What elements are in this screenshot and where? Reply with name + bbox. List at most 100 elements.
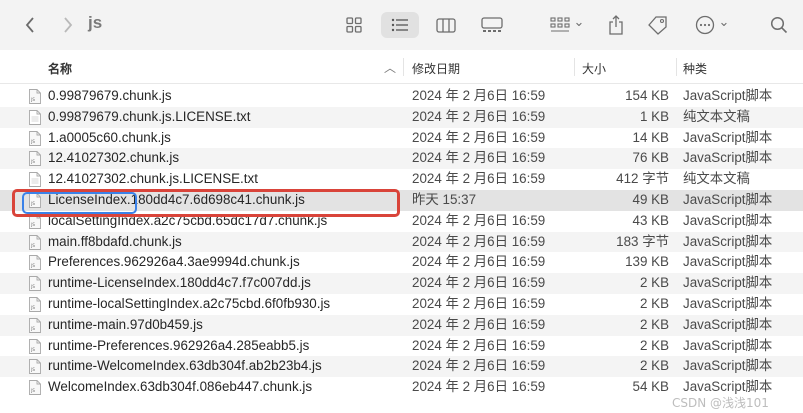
file-size: 54 KB — [632, 379, 669, 395]
file-row[interactable]: JS 0.99879679.chunk.js 2024 年 2 月6日 16:5… — [0, 86, 803, 107]
search-button[interactable] — [766, 0, 792, 50]
forward-button[interactable] — [56, 0, 80, 50]
file-kind: JavaScript脚本 — [683, 150, 773, 166]
file-row[interactable]: 12.41027302.chunk.js.LICENSE.txt 2024 年 … — [0, 169, 803, 190]
file-name: Preferences.962926a4.3ae9994d.chunk.js — [48, 254, 300, 270]
column-divider[interactable] — [574, 58, 575, 76]
grid-icon — [346, 17, 362, 33]
file-kind: JavaScript脚本 — [683, 358, 773, 374]
file-date: 2024 年 2 月6日 16:59 — [412, 316, 546, 332]
file-name: 0.99879679.chunk.js.LICENSE.txt — [48, 108, 251, 124]
js-file-icon: JS — [29, 297, 41, 312]
svg-text:JS: JS — [30, 159, 35, 164]
file-name: main.ff8bdafd.chunk.js — [48, 233, 182, 249]
file-row[interactable]: JS Preferences.962926a4.3ae9994d.chunk.j… — [0, 252, 803, 273]
file-date: 2024 年 2 月6日 16:59 — [412, 358, 546, 374]
back-button[interactable] — [18, 0, 42, 50]
file-row[interactable]: JS runtime-WelcomeIndex.63db304f.ab2b23b… — [0, 356, 803, 378]
js-file-icon: JS — [29, 359, 41, 375]
file-size: 2 KB — [639, 337, 669, 353]
file-kind: JavaScript脚本 — [683, 254, 773, 270]
file-row-selected[interactable]: JS LicenseIndex.180dd4c7.6d698c41.chunk.… — [0, 189, 803, 211]
file-row[interactable]: 0.99879679.chunk.js.LICENSE.txt 2024 年 2… — [0, 106, 803, 128]
column-header-size[interactable]: 大小 — [582, 60, 606, 77]
svg-text:JS: JS — [30, 305, 35, 310]
file-size: 2 KB — [639, 275, 669, 291]
file-kind: 纯文本文稿 — [683, 108, 750, 124]
svg-text:JS: JS — [30, 97, 35, 102]
gallery-view-button[interactable] — [473, 12, 511, 38]
js-file-icon: JS — [29, 276, 41, 292]
file-name: localSettingIndex.a2c75cbd.65dc17d7.chun… — [48, 212, 328, 228]
svg-text:JS: JS — [30, 201, 35, 206]
file-row[interactable]: JS 1.a0005c60.chunk.js 2024 年 2 月6日 16:5… — [0, 128, 803, 149]
js-file-icon: JS — [29, 89, 41, 104]
column-header-name[interactable]: 名称 — [48, 60, 72, 77]
file-name: 12.41027302.chunk.js.LICENSE.txt — [48, 171, 258, 187]
file-date: 2024 年 2 月6日 16:59 — [412, 337, 546, 353]
file-date: 2024 年 2 月6日 16:59 — [412, 108, 546, 124]
tag-button[interactable] — [644, 0, 672, 50]
file-name: 0.99879679.chunk.js — [48, 88, 172, 103]
file-row[interactable]: JS localSettingIndex.a2c75cbd.65dc17d7.c… — [0, 211, 803, 232]
icon-view-button[interactable] — [335, 12, 373, 38]
svg-text:JS: JS — [30, 263, 35, 268]
columns-icon — [436, 17, 456, 33]
ellipsis-circle-icon — [695, 15, 714, 35]
js-file-icon: JS — [29, 213, 41, 229]
column-view-button[interactable] — [427, 12, 465, 38]
chevron-down-icon: ⌄ — [718, 14, 730, 29]
svg-text:JS: JS — [30, 139, 35, 144]
txt-file-icon — [29, 172, 41, 188]
file-name: runtime-Preferences.962926a4.285eabb5.js — [48, 337, 310, 353]
svg-text:JS: JS — [30, 347, 35, 352]
svg-text:JS: JS — [30, 284, 35, 289]
file-name: runtime-LicenseIndex.180dd4c7.f7c007dd.j… — [48, 275, 311, 291]
column-divider[interactable] — [676, 58, 677, 76]
file-row[interactable]: JS runtime-LicenseIndex.180dd4c7.f7c007d… — [0, 273, 803, 294]
file-row[interactable]: JS runtime-main.97d0b459.js 2024 年 2 月6日… — [0, 314, 803, 336]
column-divider[interactable] — [403, 58, 404, 76]
file-date: 2024 年 2 月6日 16:59 — [412, 275, 546, 291]
finder-toolbar: js ⌄ ⌄ — [0, 0, 803, 51]
file-size: 43 KB — [632, 212, 669, 228]
svg-text:JS: JS — [30, 243, 35, 248]
group-grid-icon — [549, 17, 570, 32]
group-by-button[interactable]: ⌄ — [545, 0, 589, 50]
more-actions-button[interactable]: ⌄ — [690, 0, 734, 50]
file-row[interactable]: JS main.ff8bdafd.chunk.js 2024 年 2 月6日 1… — [0, 231, 803, 253]
file-kind: JavaScript脚本 — [683, 233, 773, 249]
svg-text:JS: JS — [30, 222, 35, 227]
file-list: JS 0.99879679.chunk.js 2024 年 2 月6日 16:5… — [0, 86, 803, 398]
chevron-right-icon — [64, 17, 73, 33]
js-file-icon: JS — [29, 255, 41, 271]
column-header-kind[interactable]: 种类 — [683, 60, 707, 77]
gallery-icon — [481, 17, 503, 32]
file-size: 183 字节 — [616, 233, 669, 249]
column-header: 名称 ︿ 修改日期 大小 种类 — [0, 50, 803, 84]
chevron-left-icon — [25, 17, 34, 33]
file-row[interactable]: JS 12.41027302.chunk.js 2024 年 2 月6日 16:… — [0, 148, 803, 170]
file-date: 昨天 15:37 — [412, 191, 477, 207]
file-kind: JavaScript脚本 — [683, 275, 773, 291]
file-kind: JavaScript脚本 — [683, 295, 773, 311]
txt-file-icon — [29, 109, 41, 125]
file-row[interactable]: JS runtime-localSettingIndex.a2c75cbd.6f… — [0, 294, 803, 315]
share-button[interactable] — [602, 0, 630, 50]
js-file-icon: JS — [29, 338, 41, 354]
file-row[interactable]: JS runtime-Preferences.962926a4.285eabb5… — [0, 336, 803, 357]
file-date: 2024 年 2 月6日 16:59 — [412, 150, 546, 166]
svg-text:JS: JS — [30, 388, 35, 393]
file-name: WelcomeIndex.63db304f.086eb447.chunk.js — [48, 379, 313, 395]
list-view-button[interactable] — [381, 12, 419, 38]
sort-ascending-icon: ︿ — [384, 61, 397, 75]
js-file-icon: JS — [29, 380, 41, 396]
view-mode-group — [335, 10, 519, 40]
file-size: 412 字节 — [616, 171, 669, 187]
column-header-date[interactable]: 修改日期 — [412, 60, 460, 77]
list-icon — [391, 18, 408, 32]
file-size: 2 KB — [639, 295, 669, 311]
file-size: 139 KB — [625, 254, 669, 270]
file-size: 2 KB — [639, 358, 669, 374]
file-date: 2024 年 2 月6日 16:59 — [412, 254, 546, 270]
